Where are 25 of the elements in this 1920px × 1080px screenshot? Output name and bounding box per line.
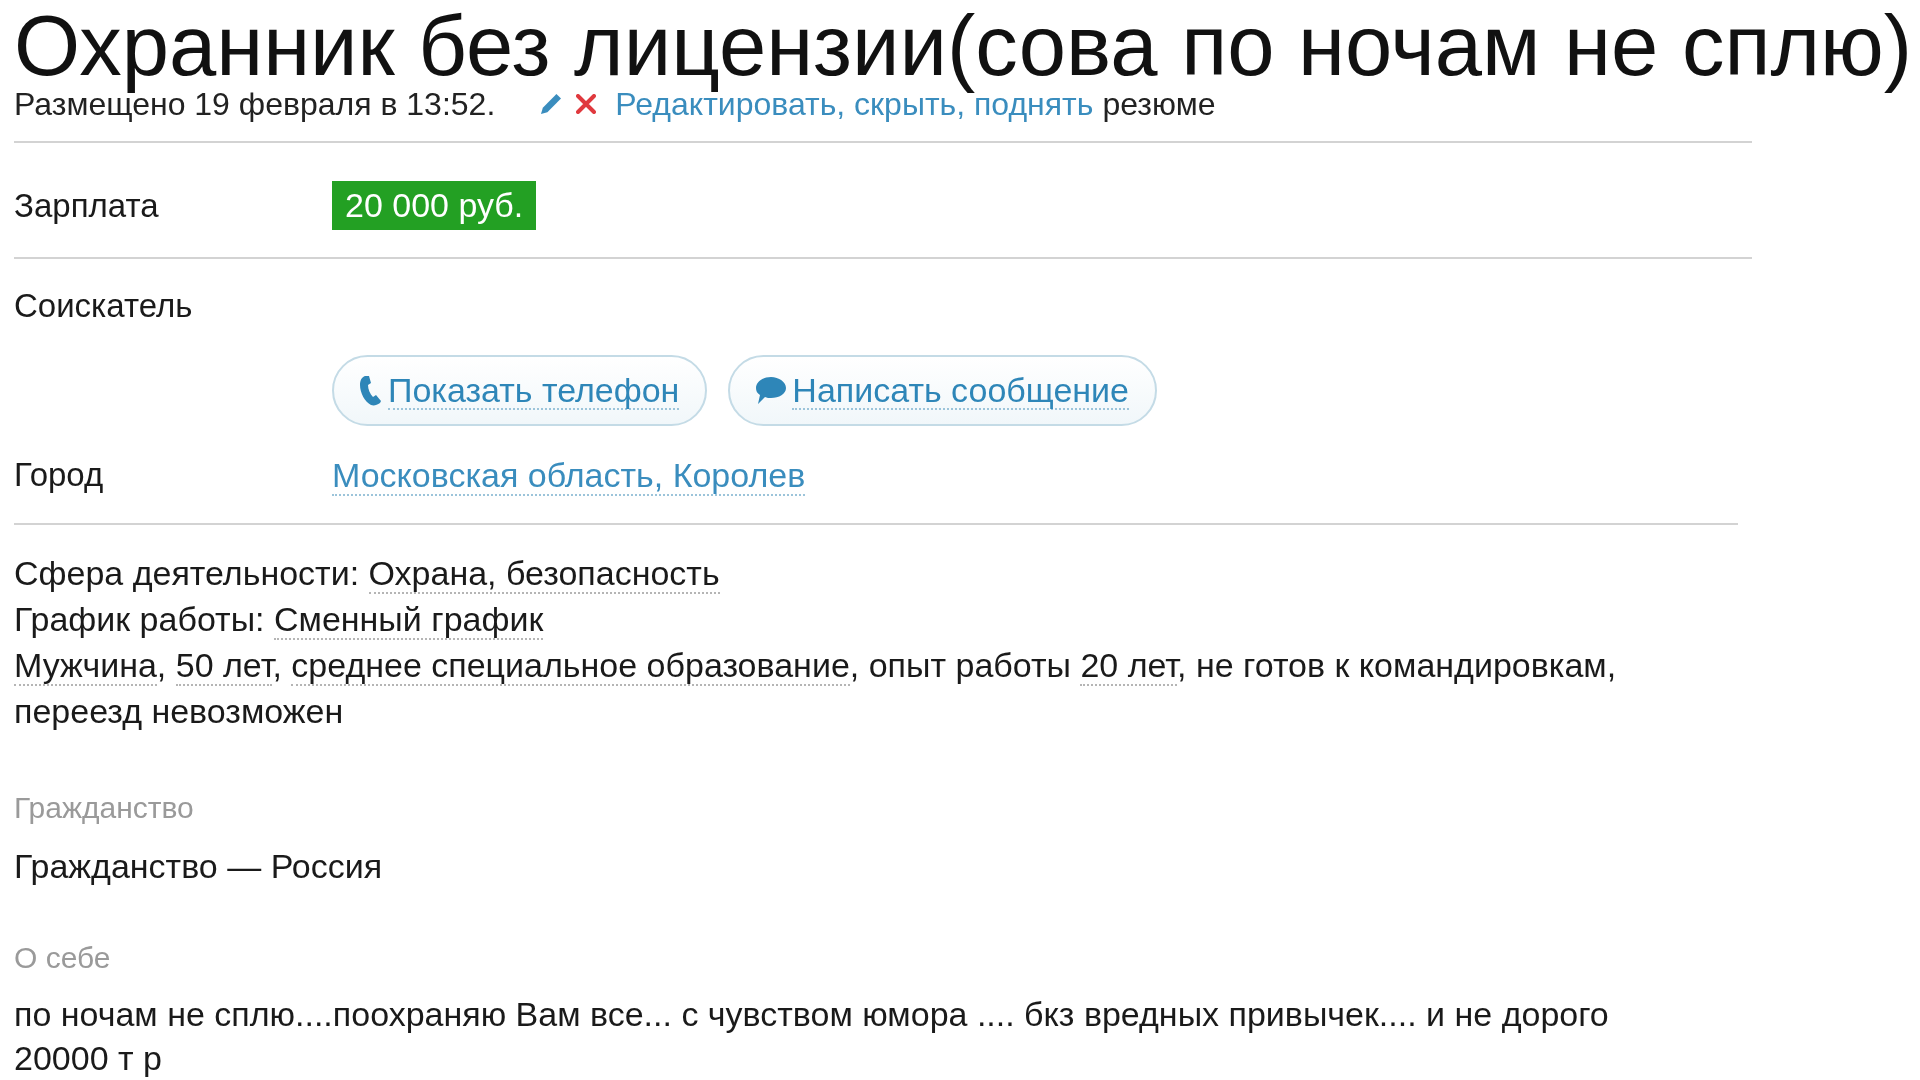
section-text: Гражданство — Россия — [14, 846, 383, 886]
summary-line: Сфера деятельности: Охрана, безопасность — [14, 553, 720, 596]
field-label: Город — [14, 455, 104, 495]
section-heading: О себе — [14, 940, 111, 976]
summary-link[interactable]: Охрана, безопасность — [368, 554, 720, 594]
cross-icon — [576, 94, 597, 114]
city-link[interactable]: Московская область, Королев — [332, 456, 806, 496]
summary-link[interactable]: Сменный график — [273, 600, 544, 640]
summary-link[interactable]: 50 лет — [175, 646, 273, 686]
section-text: по ночам не сплю....поохраняю Вам все... с чувством юмора .... бкз вредных привычек.... и не дорого 20000 т р — [14, 994, 1610, 1079]
summary-link[interactable]: 20 лет — [1080, 646, 1178, 686]
pencil-icon — [541, 94, 562, 114]
field-label: Соискатель — [14, 286, 193, 326]
resume-word: резюме — [1102, 86, 1216, 122]
phone-button[interactable]: Показать телефон — [332, 355, 708, 426]
section-heading: Гражданство — [14, 790, 194, 826]
summary-line: Мужчина, 50 лет, среднее специальное образование, опыт работы 20 лет, не готов к командировкам, переезд невозможен — [14, 645, 1618, 732]
field-label: Зарплата — [14, 185, 159, 226]
salary-badge: 20 000 руб. — [332, 181, 537, 230]
message-button[interactable]: Написать сообщение — [728, 355, 1157, 426]
phone-icon — [360, 375, 382, 406]
summary-link[interactable]: среднее специальное образование — [291, 646, 850, 686]
summary-link[interactable]: Мужчина — [14, 646, 157, 686]
speech-bubble-icon — [756, 377, 787, 404]
summary-line: График работы: Сменный график — [14, 599, 544, 642]
